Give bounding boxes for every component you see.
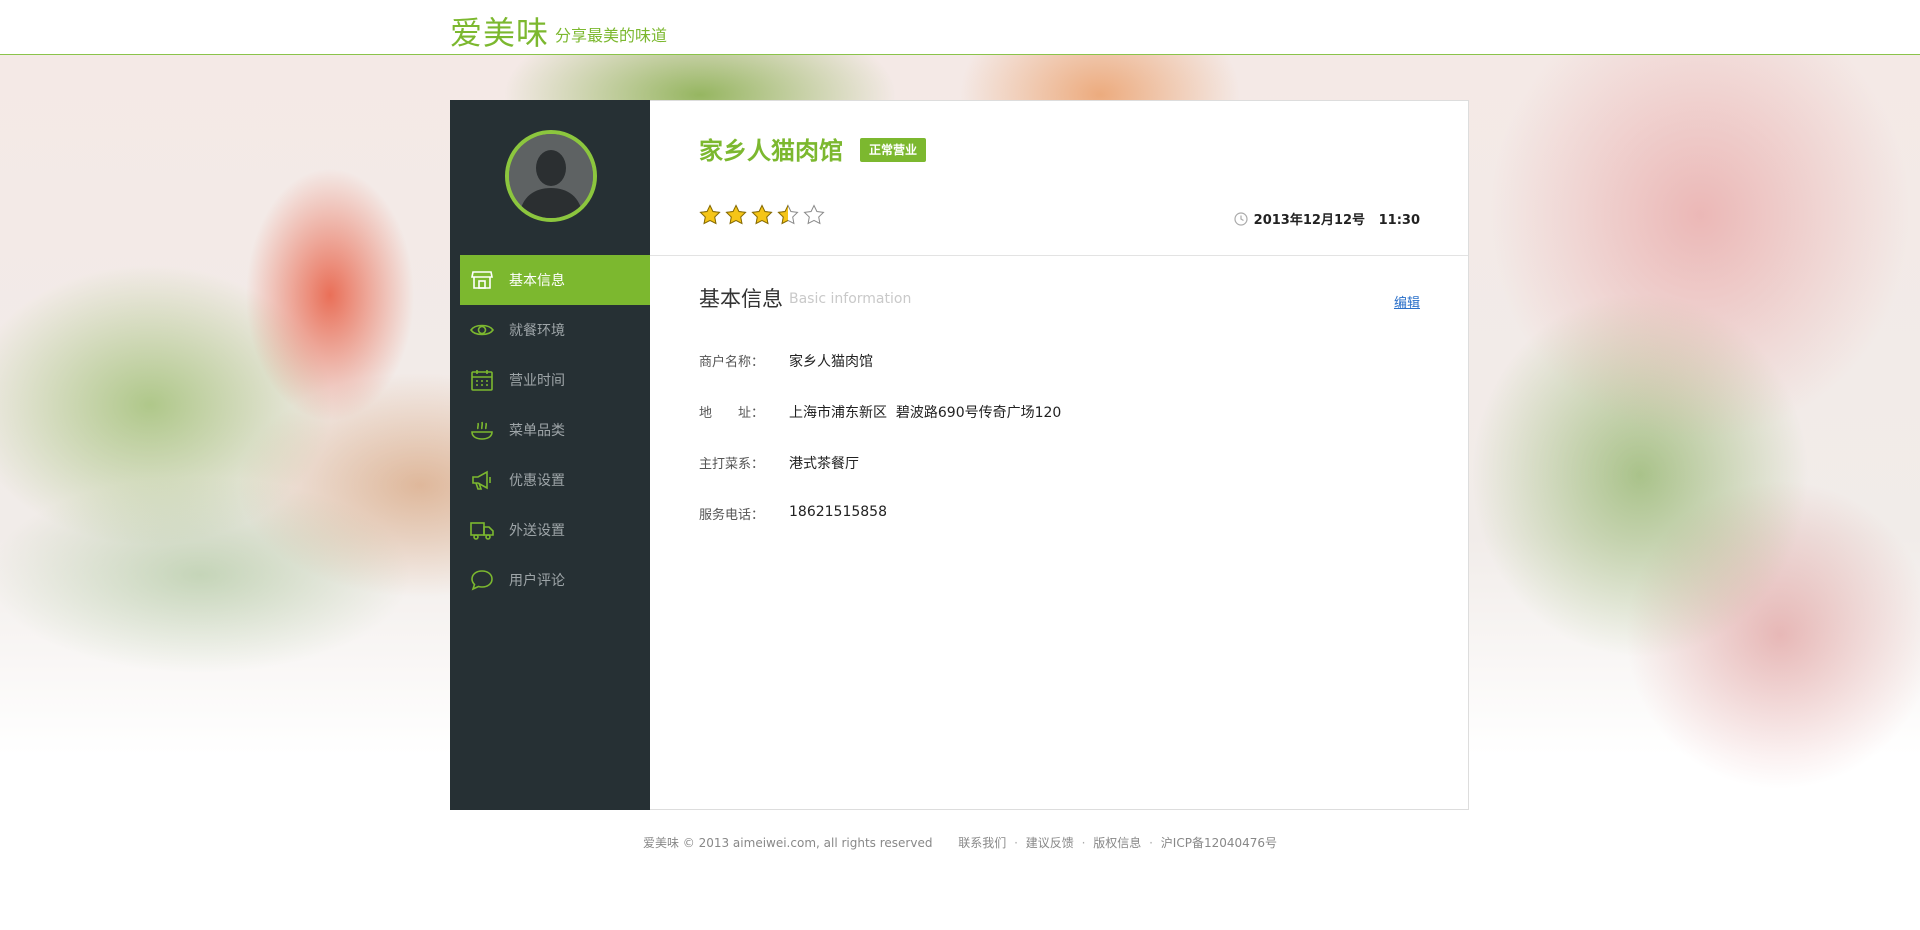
star-full-icon — [699, 204, 721, 225]
sidebar-item-promotions[interactable]: 优惠设置 — [460, 455, 650, 505]
footer-link-copyright-info[interactable]: 版权信息 — [1093, 836, 1141, 850]
calendar-icon — [469, 367, 495, 393]
sidebar-item-label: 外送设置 — [509, 523, 565, 539]
sidebar-item-delivery-settings[interactable]: 外送设置 — [460, 505, 650, 555]
megaphone-icon — [469, 467, 495, 493]
star-full-icon — [751, 204, 773, 225]
footer-link-feedback[interactable]: 建议反馈 — [1026, 836, 1074, 850]
datetime-text: 2013年12月12号 11:30 — [1253, 213, 1420, 228]
sidebar-item-label: 菜单品类 — [509, 423, 565, 439]
info-value: 18621515858 — [789, 504, 887, 520]
star-empty-icon — [803, 204, 825, 225]
info-row-phone: 服务电话： 18621515858 — [699, 504, 1419, 555]
datetime: 2013年12月12号 11:30 — [1234, 209, 1420, 228]
sidebar-item-label: 优惠设置 — [509, 473, 565, 489]
user-silhouette-icon — [509, 134, 593, 218]
edit-link[interactable]: 编辑 — [1394, 292, 1420, 311]
info-label: 地 址： — [699, 406, 765, 421]
sidebar-item-menu-categories[interactable]: 菜单品类 — [460, 405, 650, 455]
shop-header: 家乡人猫肉馆 正常营业 2013年12月12号 11:30 — [650, 101, 1468, 256]
chat-bubble-icon — [469, 567, 495, 593]
eye-icon — [469, 317, 495, 343]
truck-icon — [469, 517, 495, 543]
info-value: 港式茶餐厅 — [789, 456, 859, 472]
star-rating — [699, 204, 829, 226]
info-value: 家乡人猫肉馆 — [789, 354, 873, 370]
section-title: 基本信息 — [699, 287, 783, 311]
info-row-cuisine: 主打菜系： 港式茶餐厅 — [699, 453, 1419, 504]
info-row-shop-name: 商户名称： 家乡人猫肉馆 — [699, 351, 1419, 402]
footer-link-contact[interactable]: 联系我们 — [958, 836, 1006, 850]
main-card: 基本信息 就餐环境 营业时间 菜单品类 优惠设置 外送设置 用户评论 家乡人猫肉… — [450, 100, 1470, 810]
dish-icon — [469, 417, 495, 443]
info-value: 上海市浦东新区 碧波路690号传奇广场120 — [789, 405, 1062, 421]
shop-name: 家乡人猫肉馆 — [699, 137, 843, 165]
footer-link-icp[interactable]: 沪ICP备12040476号 — [1161, 836, 1277, 850]
footer-copyright: 爱美味 © 2013 aimeiwei.com, all rights rese… — [642, 836, 933, 850]
sidebar: 基本信息 就餐环境 营业时间 菜单品类 优惠设置 外送设置 用户评论 — [450, 100, 650, 810]
sidebar-item-user-reviews[interactable]: 用户评论 — [460, 555, 650, 605]
info-label: 主打菜系： — [699, 457, 765, 472]
avatar[interactable] — [505, 130, 597, 222]
sidebar-item-label: 用户评论 — [509, 573, 565, 589]
footer: 爱美味 © 2013 aimeiwei.com, all rights rese… — [0, 834, 1920, 851]
brand-logo[interactable]: 爱美味 — [450, 8, 549, 54]
sidebar-item-basic-info[interactable]: 基本信息 — [460, 255, 650, 305]
sidebar-item-dining-environment[interactable]: 就餐环境 — [460, 305, 650, 355]
info-label: 服务电话： — [699, 508, 765, 523]
store-icon — [469, 267, 495, 293]
content-panel: 家乡人猫肉馆 正常营业 2013年12月12号 11:30 基本信息 Basic… — [650, 100, 1469, 810]
page: 爱美味 分享最美的味道 基本信息 就餐环境 营业时间 菜单品类 优惠设置 外送设… — [0, 0, 1920, 930]
star-full-icon — [725, 204, 747, 225]
sidebar-item-label: 就餐环境 — [509, 323, 565, 339]
section-subtitle: Basic information — [789, 291, 912, 307]
star-half-icon — [777, 204, 799, 225]
sidebar-item-label: 基本信息 — [509, 273, 565, 289]
info-row-address: 地 址： 上海市浦东新区 碧波路690号传奇广场120 — [699, 402, 1419, 453]
info-label: 商户名称： — [699, 355, 765, 370]
sidebar-item-business-hours[interactable]: 营业时间 — [460, 355, 650, 405]
clock-icon — [1234, 211, 1248, 226]
info-list: 商户名称： 家乡人猫肉馆 地 址： 上海市浦东新区 碧波路690号传奇广场120… — [699, 351, 1419, 555]
brand-slogan: 分享最美的味道 — [555, 26, 668, 45]
footer-separator: · — [1149, 836, 1153, 850]
sidebar-nav: 基本信息 就餐环境 营业时间 菜单品类 优惠设置 外送设置 用户评论 — [460, 255, 650, 605]
footer-separator: · — [1081, 836, 1086, 850]
status-badge: 正常营业 — [860, 138, 927, 162]
sidebar-item-label: 营业时间 — [509, 373, 565, 389]
footer-separator: · — [1014, 836, 1018, 850]
top-header: 爱美味 分享最美的味道 — [0, 0, 1920, 55]
